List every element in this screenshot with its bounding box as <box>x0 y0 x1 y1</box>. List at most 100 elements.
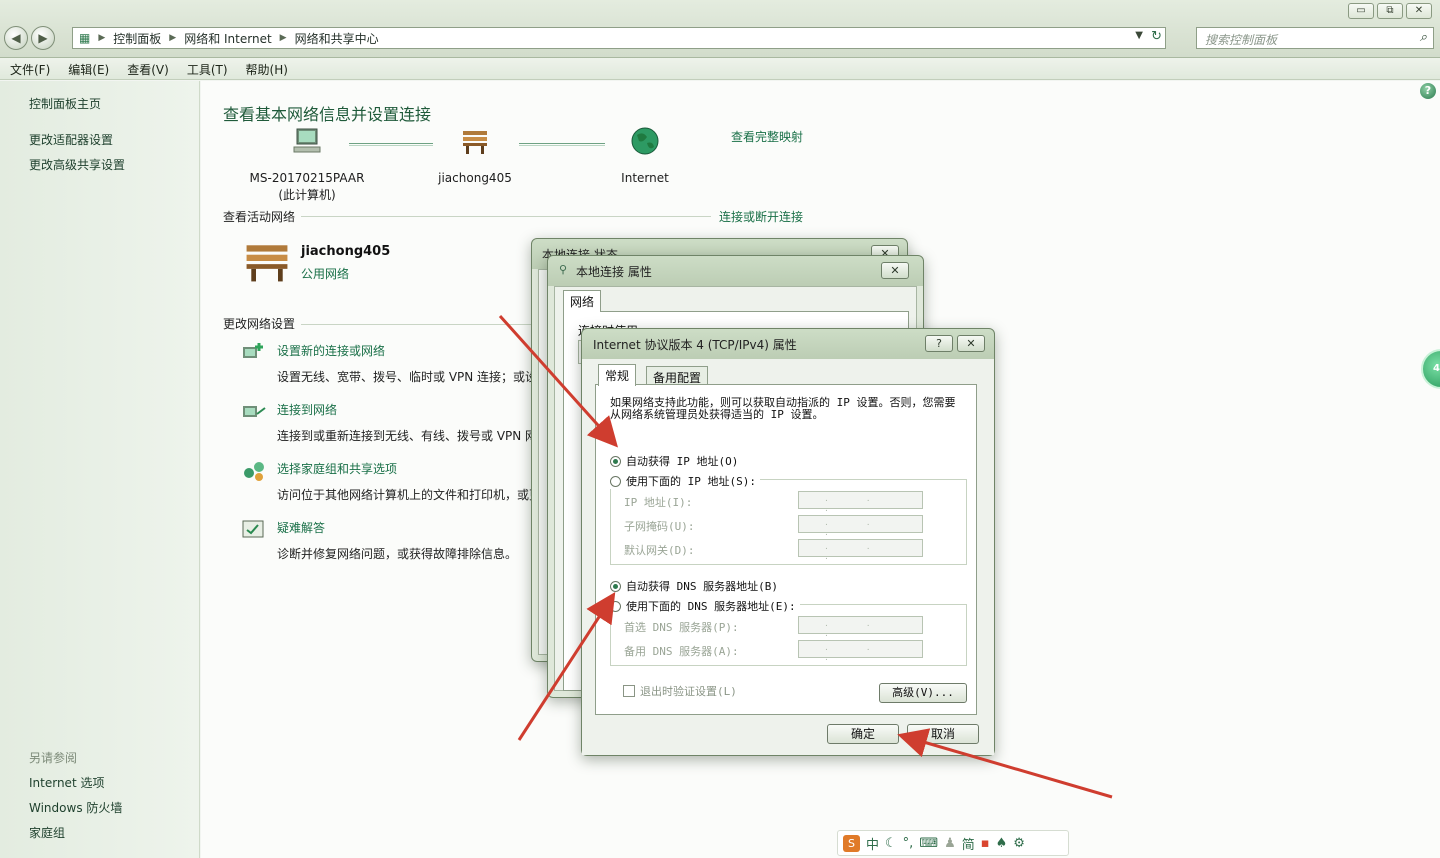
manual-ip-label: 使用下面的 IP 地址(S): <box>626 475 756 488</box>
search-input[interactable]: 搜索控制面板 ⌕ <box>1196 27 1434 49</box>
breadcrumb-item[interactable]: 控制面板 <box>113 30 161 47</box>
task-setup-connection: 设置新的连接或网络 设置无线、宽带、拨号、临时或 VPN 连接；或设 <box>277 342 537 385</box>
ip-address-field: . . . <box>798 491 923 514</box>
dialog-title: 本地连接 属性 <box>576 265 652 279</box>
validate-option[interactable]: 退出时验证设置(L) <box>623 683 737 699</box>
close-button[interactable]: ✕ <box>1406 3 1432 19</box>
sidebar-item-firewall[interactable]: Windows 防火墙 <box>29 799 122 816</box>
radio-checked[interactable] <box>610 580 621 592</box>
window-chrome: ▭ ⧉ ✕ ◀ ▶ ▦ ▶ 控制面板 ▶ 网络和 Internet ▶ 网络和共… <box>0 0 1440 58</box>
network-node: jiachong405 <box>425 125 525 187</box>
menu-help[interactable]: 帮助(H) <box>246 61 288 77</box>
internet-node: Internet <box>605 125 685 187</box>
close-button[interactable]: ✕ <box>881 262 909 279</box>
task-homegroup: 选择家庭组和共享选项 访问位于其他网络计算机上的文件和打印机，或更 <box>277 460 541 503</box>
control-panel-icon: ▦ <box>79 31 91 45</box>
close-button[interactable]: ✕ <box>957 335 985 352</box>
minimize-button[interactable]: ▭ <box>1348 3 1374 19</box>
tab-alternate[interactable]: 备用配置 <box>646 366 709 386</box>
troubleshoot-icon <box>242 520 264 538</box>
sidebar-item-internet-options[interactable]: Internet 选项 <box>29 774 104 791</box>
full-map-link[interactable]: 查看完整映射 <box>731 128 803 145</box>
back-button[interactable]: ◀ <box>4 26 28 50</box>
forward-button[interactable]: ▶ <box>31 26 55 50</box>
ime-logo-icon[interactable]: S <box>843 834 860 852</box>
ime-simplified[interactable]: 简 <box>962 834 975 853</box>
chevron-right-icon: ▶ <box>98 33 106 43</box>
computer-node: MS-20170215PAAR (此计算机) <box>247 125 367 204</box>
network-type-link[interactable]: 公用网络 <box>301 265 349 282</box>
sidebar-item-sharing[interactable]: 更改高级共享设置 <box>29 156 125 173</box>
manual-ip-option[interactable]: 使用下面的 IP 地址(S): <box>610 473 760 489</box>
task-title[interactable]: 设置新的连接或网络 <box>277 342 537 359</box>
chevron-right-icon: ▶ <box>279 33 287 43</box>
task-desc: 访问位于其他网络计算机上的文件和打印机，或更 <box>277 488 542 502</box>
ok-button[interactable]: 确定 <box>827 724 899 744</box>
search-icon[interactable]: ⌕ <box>1420 30 1427 45</box>
shirt-icon[interactable]: ♠ <box>996 836 1008 851</box>
connection-line <box>349 143 433 146</box>
menu-tools[interactable]: 工具(T) <box>187 61 228 77</box>
network-name: jiachong405 <box>438 171 512 185</box>
maximize-button[interactable]: ⧉ <box>1377 3 1403 19</box>
cancel-button[interactable]: 取消 <box>907 724 979 744</box>
new-connection-icon <box>243 343 263 358</box>
task-troubleshoot: 疑难解答 诊断并修复网络问题，或获得故障排除信息。 <box>277 519 517 562</box>
divider <box>301 324 531 325</box>
menu-view[interactable]: 查看(V) <box>127 61 169 77</box>
search-placeholder: 搜索控制面板 <box>1205 33 1278 47</box>
ipv4-dialog: Internet 协议版本 4 (TCP/IPv4) 属性 ? ✕ 常规 备用配… <box>581 328 995 756</box>
menu-edit[interactable]: 编辑(E) <box>68 61 109 77</box>
manual-dns-option[interactable]: 使用下面的 DNS 服务器地址(E): <box>610 598 800 614</box>
record-icon[interactable]: ▪ <box>981 836 990 851</box>
general-tab-panel: 如果网络支持此功能，则可以获取自动指派的 IP 设置。否则，您需要从网络系统管理… <box>595 384 977 715</box>
tab-network[interactable]: 网络 <box>563 290 602 312</box>
advanced-button[interactable]: 高级(V)... <box>879 683 967 703</box>
radio-checked[interactable] <box>610 455 621 467</box>
menu-file[interactable]: 文件(F) <box>10 61 50 77</box>
task-title[interactable]: 选择家庭组和共享选项 <box>277 460 541 477</box>
help-icon[interactable]: ? <box>1420 83 1436 99</box>
address-bar[interactable]: ▦ ▶ 控制面板 ▶ 网络和 Internet ▶ 网络和共享中心 ▼ ↻ <box>72 27 1166 49</box>
validate-label: 退出时验证设置(L) <box>640 685 737 698</box>
auto-ip-option[interactable]: 自动获得 IP 地址(O) <box>610 453 738 469</box>
connection-line <box>519 143 605 146</box>
refresh-icon[interactable]: ↻ <box>1151 29 1162 44</box>
manual-dns-label: 使用下面的 DNS 服务器地址(E): <box>626 600 796 613</box>
moon-icon[interactable]: ☾ <box>885 836 897 851</box>
auto-dns-option[interactable]: 自动获得 DNS 服务器地址(B) <box>610 578 778 594</box>
sidebar-item-homegroup[interactable]: 家庭组 <box>29 824 65 841</box>
tab-general[interactable]: 常规 <box>598 364 637 386</box>
punctuation-icon[interactable]: °, <box>903 836 914 851</box>
subnet-mask-field: . . . <box>798 515 923 538</box>
task-title[interactable]: 疑难解答 <box>277 519 517 536</box>
bench-icon <box>246 245 288 282</box>
validate-checkbox[interactable] <box>623 685 635 697</box>
computer-icon <box>293 128 321 153</box>
sidebar-item-adapter[interactable]: 更改适配器设置 <box>29 131 113 148</box>
sidebar: 控制面板主页 更改适配器设置 更改高级共享设置 另请参阅 Internet 选项… <box>0 81 200 858</box>
breadcrumb-item[interactable]: 网络和共享中心 <box>295 30 379 47</box>
dns2-label: 备用 DNS 服务器(A): <box>624 645 739 658</box>
computer-sub: (此计算机) <box>278 188 336 202</box>
radio-unchecked[interactable] <box>610 600 621 612</box>
breadcrumb-item[interactable]: 网络和 Internet <box>184 30 271 47</box>
keyboard-icon[interactable]: ⌨ <box>919 836 938 851</box>
task-title[interactable]: 连接到网络 <box>277 401 537 418</box>
connect-disconnect-link[interactable]: 连接或断开连接 <box>719 208 803 225</box>
bench-icon <box>463 131 487 154</box>
ime-mode[interactable]: 中 <box>866 834 879 853</box>
help-button[interactable]: ? <box>925 335 953 352</box>
sidebar-item-home[interactable]: 控制面板主页 <box>29 95 101 112</box>
preferred-dns-field: . . . <box>798 616 923 639</box>
active-networks-heading: 查看活动网络 <box>223 210 296 224</box>
see-also-heading: 另请参阅 <box>29 751 78 765</box>
gear-icon[interactable]: ⚙ <box>1013 836 1025 851</box>
active-network-name: jiachong405 <box>301 244 391 259</box>
breadcrumb: ▶ 控制面板 ▶ 网络和 Internet ▶ 网络和共享中心 <box>98 30 378 47</box>
user-icon[interactable]: ♟ <box>944 836 956 851</box>
radio-unchecked[interactable] <box>610 475 621 487</box>
chevron-down-icon[interactable]: ▼ <box>1135 30 1143 41</box>
menu-bar: 文件(F) 编辑(E) 查看(V) 工具(T) 帮助(H) <box>0 58 1440 80</box>
auto-dns-label: 自动获得 DNS 服务器地址(B) <box>626 580 778 593</box>
